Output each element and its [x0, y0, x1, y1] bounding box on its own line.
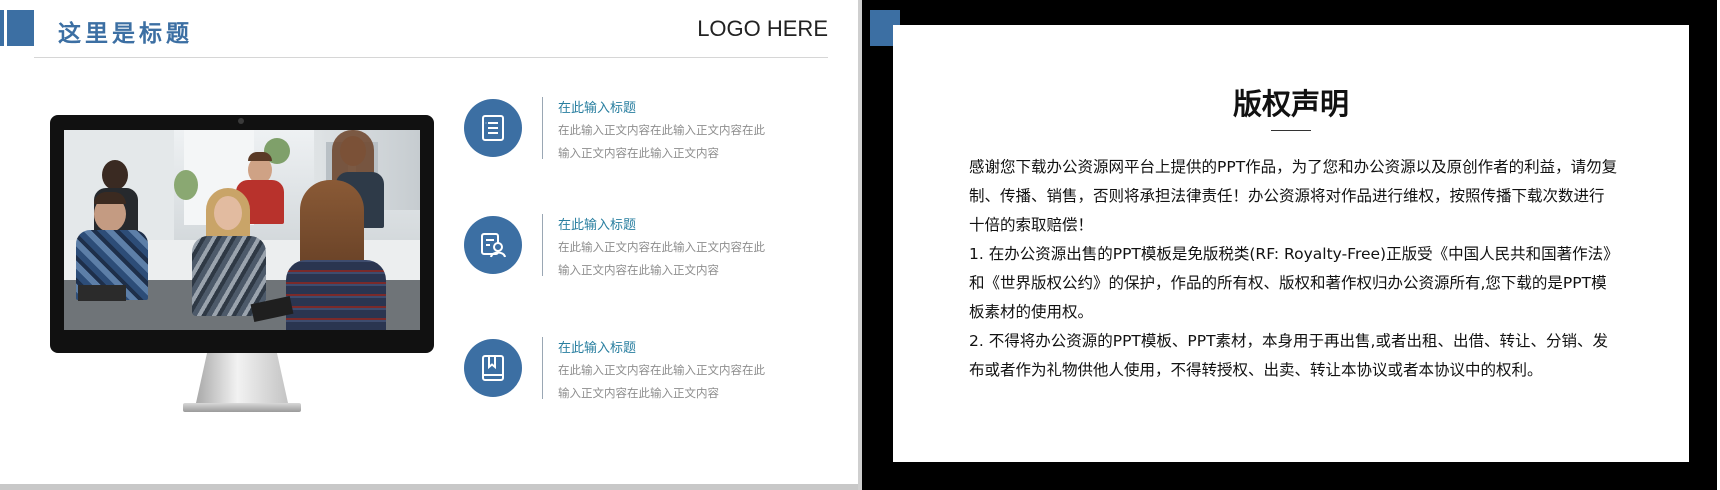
notice-title: 版权声明 [1232, 87, 1349, 121]
feature-divider [542, 214, 543, 276]
copyright-slide: 版权声明 感谢您下载办公资源网平台上提供的PPT作品，为了您和办公资源以及原创作… [862, 0, 1720, 490]
monitor-stand-neck [196, 353, 288, 403]
feature-body: 在此输入正文内容在此输入正文内容在此输入正文内容在此输入正文内容 [558, 363, 765, 400]
notice-paragraph: 1. 在办公资源出售的PPT模板是免版税类(RF: Royalty-Free)正… [969, 245, 1619, 321]
monitor-stand-foot [183, 403, 301, 412]
title-accent-notch [4, 10, 7, 46]
notice-paragraph: 2. 不得将办公资源的PPT模板、PPT素材，本身用于再出售,或者出租、出借、转… [969, 332, 1608, 379]
monitor-frame [50, 115, 434, 353]
meeting-photo [64, 130, 420, 330]
list-document-icon [464, 99, 522, 157]
feature-item-1: 在此输入标题 在此输入正文内容在此输入正文内容在此输入正文内容在此输入正文内容 [464, 97, 834, 160]
notice-paragraph: 感谢您下载办公资源网平台上提供的PPT作品，为了您和办公资源以及原创作者的利益，… [969, 158, 1618, 234]
feature-item-2: 在此输入标题 在此输入正文内容在此输入正文内容在此输入正文内容在此输入正文内容 [464, 214, 834, 277]
header-divider [34, 57, 828, 58]
monitor-camera [238, 118, 244, 124]
feature-item-3: 在此输入标题 在此输入正文内容在此输入正文内容在此输入正文内容在此输入正文内容 [464, 337, 834, 400]
feature-divider [542, 97, 543, 159]
logo-placeholder: LOGO HERE [697, 16, 828, 41]
feature-title: 在此输入标题 [558, 341, 637, 356]
content-slide: 这里是标题 LOGO HERE 在此输入标题 在此输入正文内容在此输入正文内容在… [0, 0, 858, 484]
feature-divider [542, 337, 543, 399]
person-search-icon [464, 216, 522, 274]
copyright-notice-card: 版权声明 感谢您下载办公资源网平台上提供的PPT作品，为了您和办公资源以及原创作… [893, 25, 1689, 462]
slide-title: 这里是标题 [58, 21, 193, 47]
feature-body: 在此输入正文内容在此输入正文内容在此输入正文内容在此输入正文内容 [558, 240, 765, 277]
notice-body: 感谢您下载办公资源网平台上提供的PPT作品，为了您和办公资源以及原创作者的利益，… [969, 153, 1619, 385]
feature-body: 在此输入正文内容在此输入正文内容在此输入正文内容在此输入正文内容 [558, 123, 765, 160]
notice-title-rule [1271, 130, 1311, 131]
bookmark-book-icon [464, 339, 522, 397]
feature-title: 在此输入标题 [558, 101, 637, 116]
feature-title: 在此输入标题 [558, 218, 637, 233]
